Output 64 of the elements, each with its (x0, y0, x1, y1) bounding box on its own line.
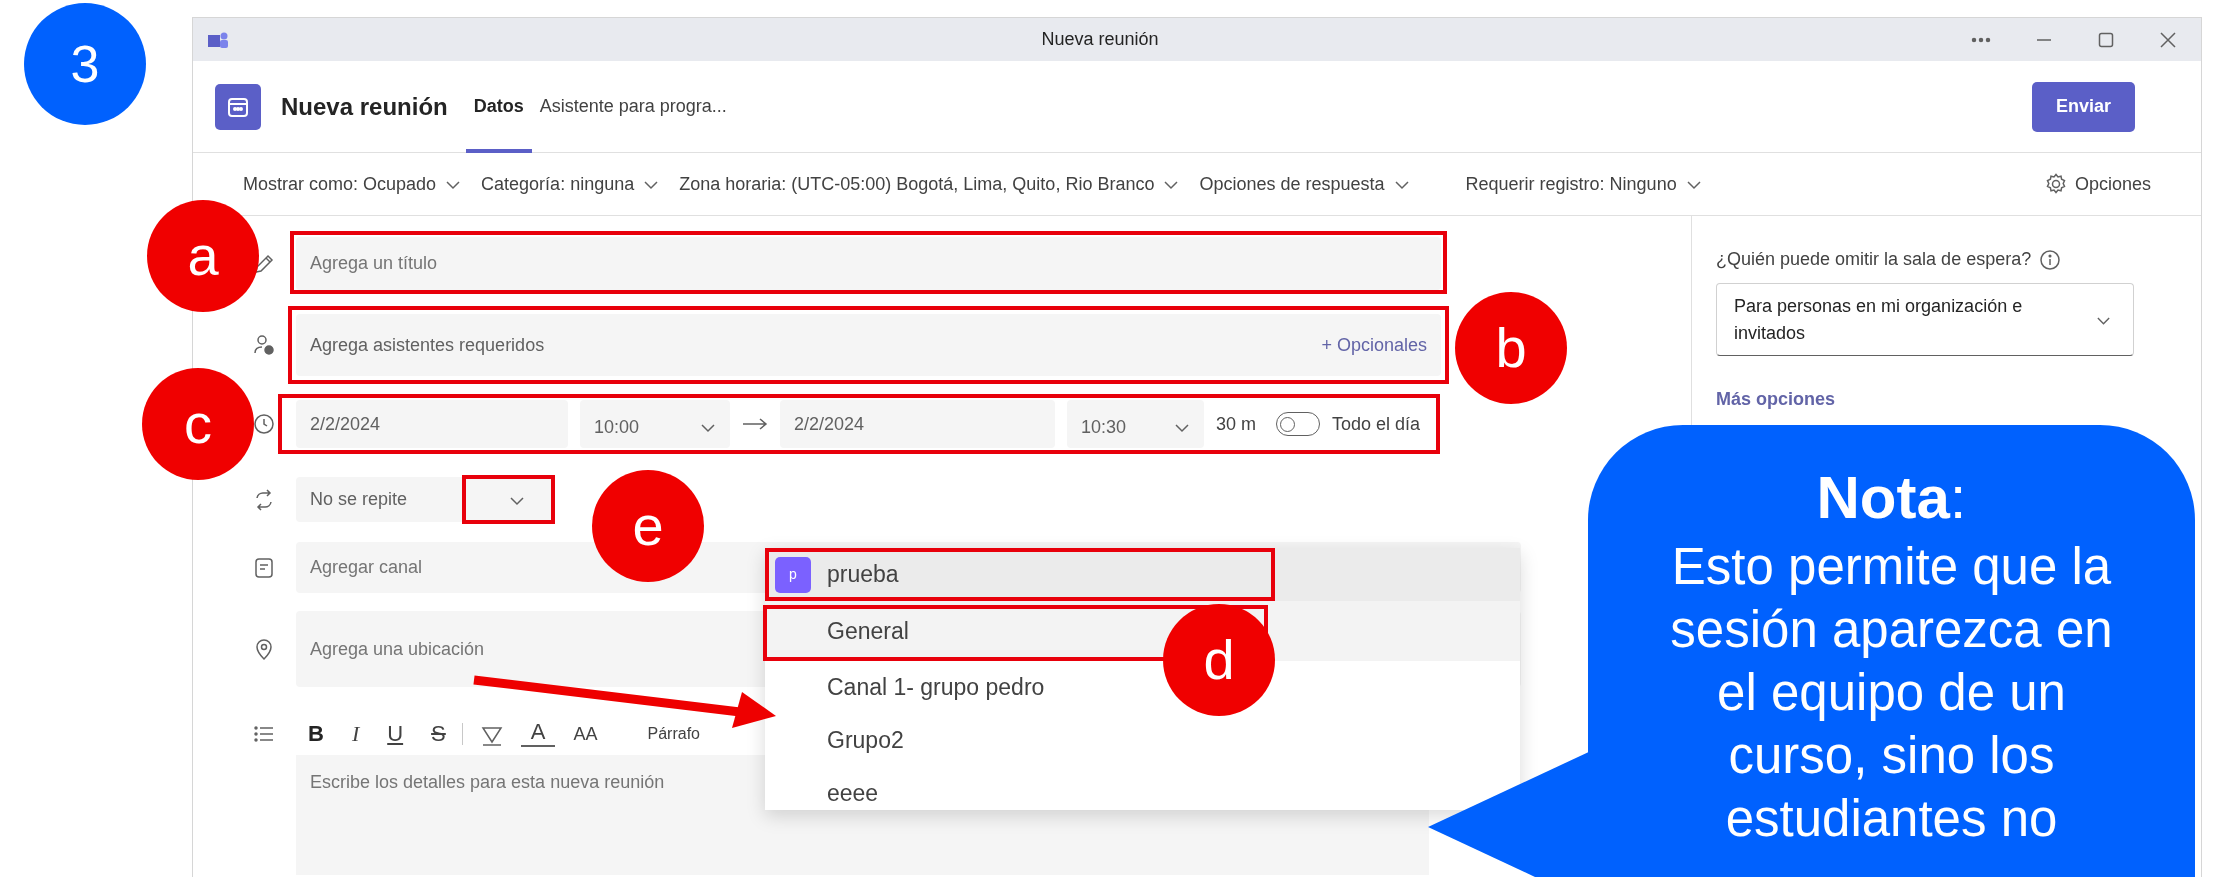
time-dropdown[interactable]: 10:00 (580, 400, 730, 448)
tab[interactable]: Datos (465, 60, 532, 153)
options-button[interactable]: Opciones (2038, 169, 2157, 199)
add-person-icon (251, 333, 276, 357)
dropdown[interactable]: Zona horaria: (UTC-05:00) Bogotá, Lima, Quito, Rio Branco (679, 170, 1180, 198)
chevron-down-icon (643, 178, 660, 190)
chevron-down-icon (700, 421, 716, 433)
clock-icon (251, 412, 276, 436)
info-icon (2039, 248, 2062, 271)
send-button[interactable]: Enviar (2032, 81, 2135, 132)
toggle-label: Todo el día (1332, 412, 1421, 436)
meeting-title: Nueva reunión (281, 91, 448, 122)
paragraph-style-dropdown[interactable]: Párrafo (645, 726, 702, 742)
settings-icon (2044, 173, 2067, 195)
channel-name: General (827, 616, 909, 646)
chevron-down-icon (1174, 421, 1190, 433)
strikethrough-button[interactable]: S (421, 723, 463, 745)
attendees-field[interactable]: Agrega asistentes requeridos + Opcionales (296, 314, 1441, 376)
annotation-marker: a (147, 200, 259, 312)
tab[interactable]: Asistente para progra... (531, 60, 735, 153)
note-text: Esto permite que la sesión aparezca en el equipo de un curso, sino los estudiantes no (1669, 537, 2114, 849)
lobby-dropdown[interactable]: Para personas en mi organización e invitados (1716, 283, 2134, 356)
step-number-badge: 3 (24, 3, 146, 125)
date-field[interactable]: 2/2/2024 (296, 400, 568, 448)
date-field[interactable]: 2/2/2024 (780, 400, 1055, 448)
right-arrow-icon (742, 417, 768, 431)
chevron-down-icon (445, 178, 462, 190)
chevron-down-icon (1685, 178, 1702, 190)
repeat-dropdown[interactable]: No se repite (296, 477, 551, 522)
dropdown-value: No se repite (310, 488, 408, 511)
team-avatar: p (775, 556, 811, 593)
dropdown[interactable]: Requerir registro: Ninguno (1465, 170, 1702, 198)
more-options-icon[interactable] (1971, 36, 1991, 43)
duration-text: 30 m (1216, 412, 1257, 436)
bold-button[interactable]: B (298, 723, 334, 745)
note-title: Nota: (1815, 465, 1968, 531)
dropdown[interactable]: Mostrar como: Ocupado (243, 170, 462, 198)
chevron-down-icon (509, 494, 525, 507)
field-label: ¿Quién puede omitir la sala de espera? (1716, 248, 2032, 271)
channel-name: Grupo2 (827, 726, 904, 756)
channel-name: Canal 1- grupo pedro (827, 673, 1045, 703)
font-size-button[interactable]: AA (563, 725, 608, 743)
more-options-link[interactable]: Más opciones (1716, 386, 1836, 413)
team-name: prueba (827, 560, 899, 590)
dropdown-value: Para personas en mi organización e invitados (1734, 294, 2024, 345)
chevron-down-icon (1393, 178, 1410, 190)
time-value: 10:30 (1081, 415, 1127, 439)
window-title: Nueva reunión (1040, 28, 1160, 51)
channel-name: eeee (827, 779, 879, 809)
time-value: 10:00 (594, 415, 640, 439)
dropdown[interactable]: Categoría: ninguna (481, 170, 660, 198)
title-field[interactable]: Agrega un título (296, 237, 1441, 290)
time-dropdown[interactable]: 10:30 (1067, 400, 1204, 448)
optional-attendees-link[interactable]: + Opcionales (1321, 331, 1427, 359)
chevron-down-icon (1163, 178, 1180, 190)
italic-button[interactable]: I (341, 723, 370, 745)
close-icon[interactable] (2159, 30, 2177, 49)
font-color-button[interactable]: A (520, 721, 556, 747)
underline-button[interactable]: U (377, 723, 414, 745)
dropdown[interactable]: Opciones de respuesta (1199, 170, 1410, 198)
annotation-marker: c (142, 368, 254, 480)
calendar-icon (215, 83, 261, 130)
maximize-icon[interactable] (2097, 30, 2115, 49)
placeholder-text: Agrega asistentes requeridos (310, 333, 545, 357)
